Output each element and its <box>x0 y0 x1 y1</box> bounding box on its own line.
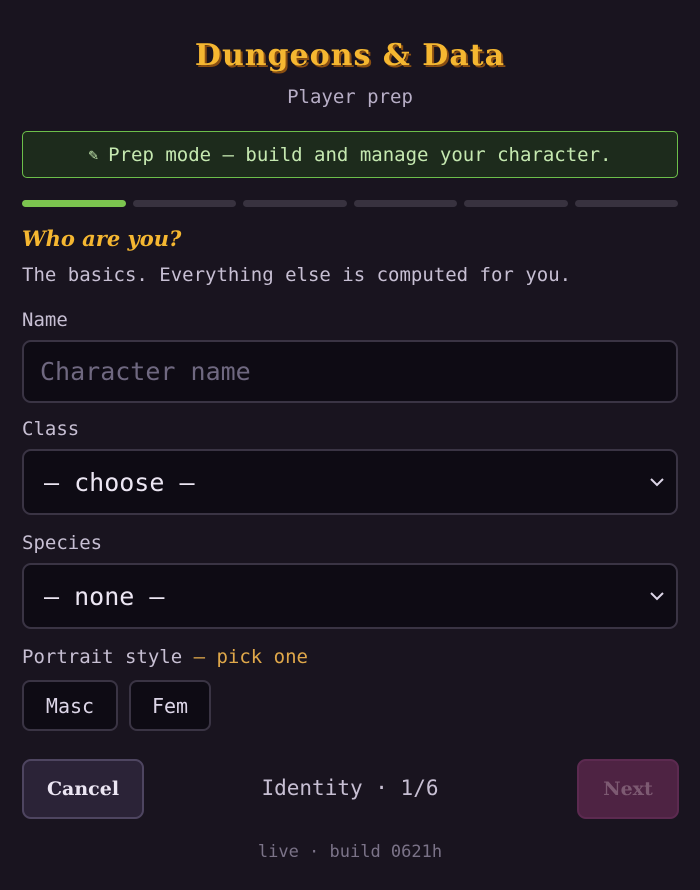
character-builder-page: Dungeons & Data Player prep ✎ Prep mode … <box>0 0 700 890</box>
progress-segment-5 <box>464 200 568 207</box>
portrait-option-fem[interactable]: Fem <box>129 680 211 731</box>
step-description: The basics. Everything else is computed … <box>22 264 572 286</box>
prep-mode-banner: ✎ Prep mode — build and manage your char… <box>22 131 678 178</box>
build-status: live · build 0621h <box>257 842 443 862</box>
next-button[interactable]: Next <box>577 759 679 819</box>
chevron-down-icon <box>648 587 666 605</box>
class-select[interactable]: — choose — <box>22 449 678 515</box>
app-title: Dungeons & Data <box>194 38 506 73</box>
class-label: Class <box>22 418 80 440</box>
name-label: Name <box>22 309 68 331</box>
pencil-icon: ✎ <box>88 145 99 164</box>
character-name-input[interactable] <box>22 340 678 403</box>
species-select-value: — none — <box>44 581 165 611</box>
progress-segment-3 <box>243 200 347 207</box>
app-subtitle: Player prep <box>287 86 413 108</box>
progress-segment-1 <box>22 200 126 207</box>
portrait-option-masc[interactable]: Masc <box>22 680 118 731</box>
progress-segment-4 <box>353 200 457 207</box>
cancel-button[interactable]: Cancel <box>22 759 144 819</box>
banner-text: Prep mode — build and manage your charac… <box>108 143 612 166</box>
progress-segment-6 <box>574 200 678 207</box>
class-select-value: — choose — <box>44 467 195 497</box>
step-indicator: Identity · 1/6 <box>261 776 439 800</box>
portrait-style-label: Portrait style — pick one <box>22 646 308 668</box>
species-select[interactable]: — none — <box>22 563 678 629</box>
step-progress-bar <box>22 200 678 207</box>
step-title: Who are you? <box>22 226 182 251</box>
portrait-style-label-text: Portrait style <box>22 646 183 668</box>
portrait-style-hint: — pick one <box>193 646 308 668</box>
species-label: Species <box>22 532 103 554</box>
progress-segment-2 <box>132 200 236 207</box>
chevron-down-icon <box>648 473 666 491</box>
